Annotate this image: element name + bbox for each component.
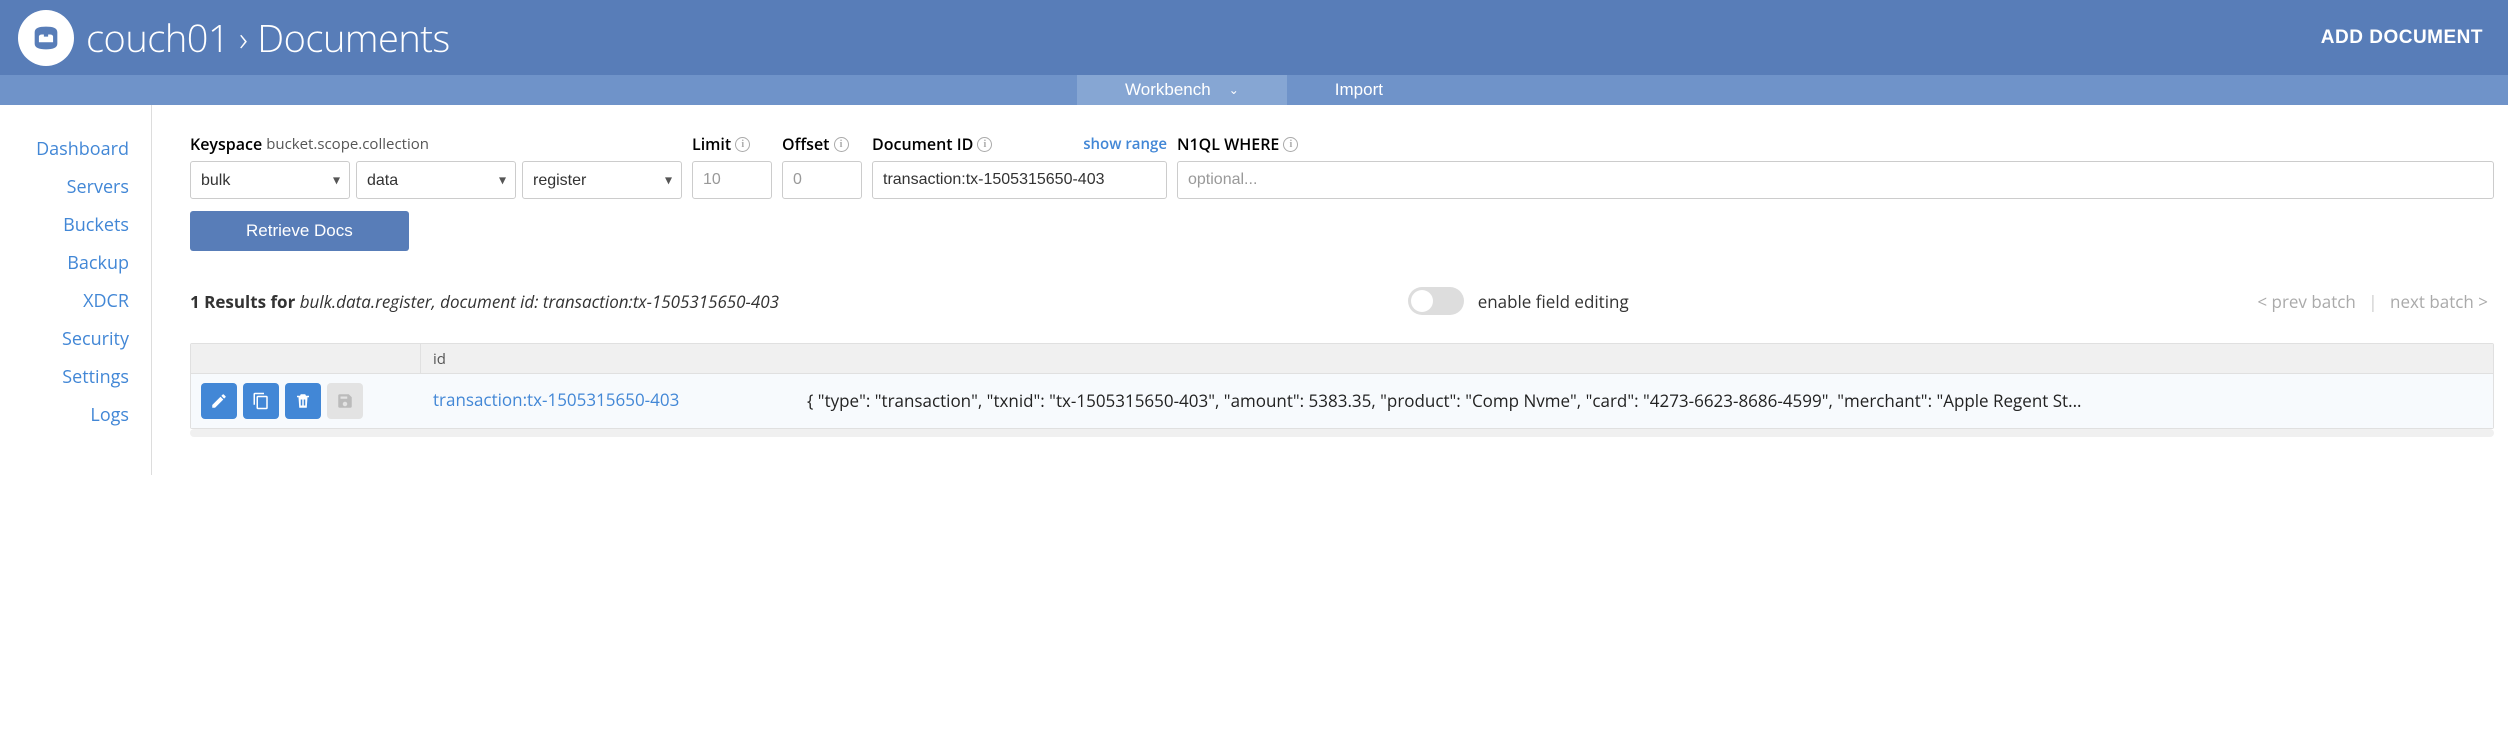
show-range-link[interactable]: show range (1083, 134, 1167, 154)
table-row: transaction:tx-1505315650-403 { "type": … (191, 374, 2493, 428)
sidebar-item-security[interactable]: Security (62, 327, 151, 351)
sidebar: Dashboard Servers Buckets Backup XDCR Se… (0, 105, 152, 475)
content: Keyspace bucket.scope.collection bulk da… (152, 105, 2508, 475)
app-header: couch01 › Documents ADD DOCUMENT (0, 0, 2508, 75)
info-icon[interactable]: i (834, 137, 849, 152)
cluster-name[interactable]: couch01 (86, 12, 229, 64)
offset-field: Offset i (782, 133, 862, 199)
add-document-button[interactable]: ADD DOCUMENT (2321, 27, 2483, 49)
next-batch-link: next batch > (2390, 290, 2488, 313)
results-table: id transa (190, 343, 2494, 429)
toggle-label: enable field editing (1478, 290, 1629, 313)
sidebar-item-buckets[interactable]: Buckets (63, 213, 151, 237)
td-id: transaction:tx-1505315650-403 (421, 380, 801, 411)
trash-icon (294, 392, 312, 410)
docid-input[interactable] (872, 161, 1167, 199)
sidebar-item-xdcr[interactable]: XDCR (83, 289, 151, 313)
scope-select[interactable]: data (356, 161, 516, 199)
delete-button[interactable] (285, 383, 321, 419)
offset-input[interactable] (782, 161, 862, 199)
enable-field-editing-toggle[interactable] (1408, 287, 1464, 315)
copy-icon (252, 392, 270, 410)
info-icon[interactable]: i (1283, 137, 1298, 152)
docid-field: Document ID i show range (872, 133, 1167, 199)
where-input[interactable] (1177, 161, 2494, 199)
docid-label: Document ID (872, 133, 973, 155)
limit-input[interactable] (692, 161, 772, 199)
sidebar-item-logs[interactable]: Logs (90, 403, 151, 427)
sidebar-item-dashboard[interactable]: Dashboard (36, 137, 151, 161)
breadcrumb: couch01 › Documents (86, 12, 450, 64)
save-icon (336, 392, 354, 410)
th-actions (191, 344, 421, 373)
tab-label: Workbench (1125, 80, 1211, 100)
couchbase-logo-icon (18, 10, 74, 66)
td-content: { "type": "transaction", "txnid": "tx-15… (801, 380, 2493, 422)
tab-import[interactable]: Import (1287, 75, 1431, 105)
tab-strip: Workbench ⌄ Import (0, 75, 2508, 105)
copy-button[interactable] (243, 383, 279, 419)
batch-nav: < prev batch | next batch > (2257, 290, 2488, 313)
keyspace-field: Keyspace bucket.scope.collection bulk da… (190, 133, 682, 199)
field-editing-toggle-group: enable field editing (1408, 287, 1629, 315)
info-icon[interactable]: i (977, 137, 992, 152)
table-header: id (191, 344, 2493, 374)
bucket-select[interactable]: bulk (190, 161, 350, 199)
separator: | (2368, 290, 2377, 313)
sidebar-item-settings[interactable]: Settings (62, 365, 151, 389)
where-field: N1QL WHERE i (1177, 133, 2494, 199)
sidebar-item-backup[interactable]: Backup (67, 251, 151, 275)
th-id: id (421, 349, 2493, 369)
info-icon[interactable]: i (735, 137, 750, 152)
horizontal-scrollbar[interactable] (190, 429, 2494, 437)
keyspace-label: Keyspace (190, 133, 262, 155)
header-left: couch01 › Documents (18, 10, 450, 66)
retrieve-docs-button[interactable]: Retrieve Docs (190, 211, 409, 251)
where-label: N1QL WHERE (1177, 133, 1279, 155)
limit-field: Limit i (692, 133, 772, 199)
limit-label: Limit (692, 133, 731, 155)
prev-batch-link: < prev batch (2257, 290, 2355, 313)
filter-controls: Keyspace bucket.scope.collection bulk da… (190, 133, 2508, 199)
keyspace-hint: bucket.scope.collection (266, 134, 429, 154)
edit-button[interactable] (201, 383, 237, 419)
document-id-link[interactable]: transaction:tx-1505315650-403 (433, 388, 679, 411)
chevron-right-icon: › (239, 15, 247, 61)
row-actions (191, 380, 421, 422)
chevron-down-icon: ⌄ (1229, 83, 1239, 97)
section-title: Documents (257, 12, 449, 64)
pencil-icon (210, 392, 228, 410)
tab-label: Import (1335, 80, 1383, 100)
tab-workbench[interactable]: Workbench ⌄ (1077, 75, 1287, 105)
results-summary: 1 Results for bulk.data.register, docume… (190, 290, 779, 313)
save-button (327, 383, 363, 419)
offset-label: Offset (782, 133, 830, 155)
collection-select[interactable]: register (522, 161, 682, 199)
results-bar: 1 Results for bulk.data.register, docume… (190, 287, 2508, 315)
sidebar-item-servers[interactable]: Servers (67, 175, 151, 199)
main-layout: Dashboard Servers Buckets Backup XDCR Se… (0, 105, 2508, 475)
